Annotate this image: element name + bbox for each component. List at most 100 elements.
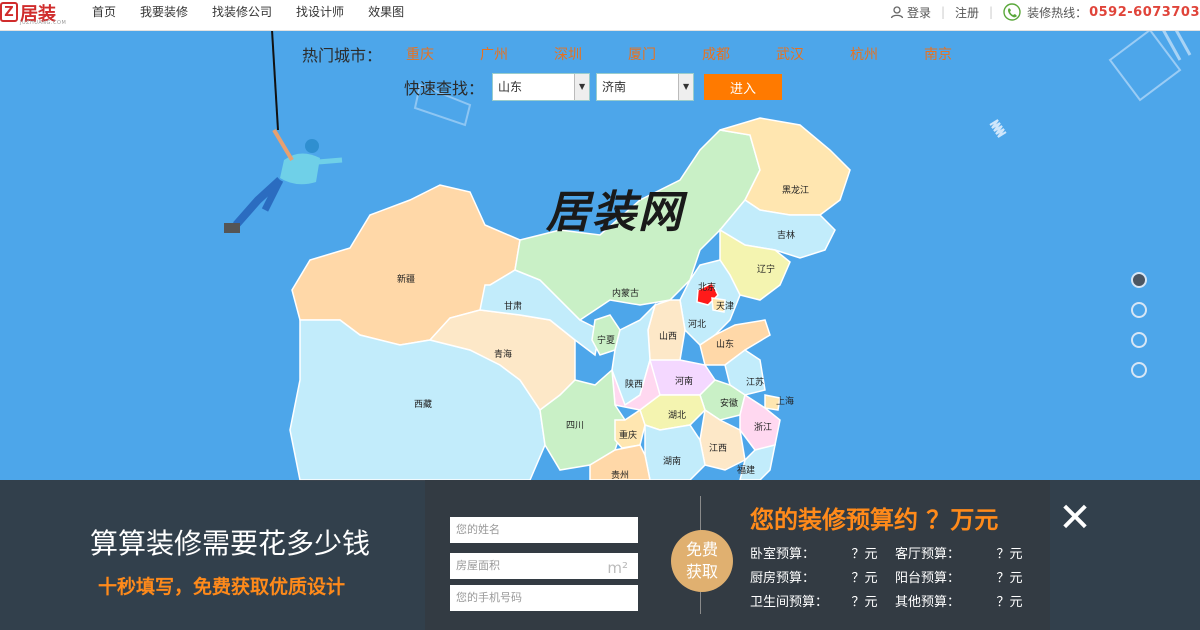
logo-mark: Z [0, 2, 18, 22]
carousel-dot[interactable] [1131, 332, 1147, 348]
hot-city-link[interactable]: 广州 [480, 44, 508, 64]
province-select-value: 山东 [498, 80, 523, 94]
label-fujian: 福建 [737, 464, 755, 476]
city-select[interactable]: 济南 ▼ [596, 73, 695, 101]
hot-city-link[interactable]: 南京 [924, 44, 952, 64]
estimate-value: ？元 [996, 570, 1023, 586]
estimate-value: ？元 [996, 546, 1023, 562]
label-beijing: 北京 [698, 281, 716, 293]
logo-subtext: JUZHUANG.COM [20, 20, 67, 26]
quick-search-label: 快速查找： [404, 79, 485, 98]
estimate-title: 您的装修预算约 ？万元 [750, 506, 999, 534]
banner-title: 算算装修需要花多少钱 [90, 527, 371, 560]
label-xinjiang: 新疆 [397, 273, 415, 285]
top-navbar: Z 居装 JUZHUANG.COM 首页 我要装修 找装修公司 找设计师 效果图… [0, 0, 1200, 31]
site-logo[interactable]: Z 居装 JUZHUANG.COM [0, 0, 66, 26]
label-sichuan: 四川 [566, 421, 584, 431]
quick-search: 快速查找： 山东 ▼ 济南 ▼ 进入 [404, 73, 783, 101]
label-gansu: 甘肃 [504, 300, 522, 312]
label-xizang: 西藏 [414, 398, 432, 410]
label-henan: 河南 [675, 375, 693, 387]
label-jiangxi: 江西 [709, 443, 727, 454]
label-shanxi: 山西 [659, 331, 677, 342]
label-neimenggu: 内蒙古 [612, 287, 639, 299]
free-get-button[interactable]: 免费 获取 [671, 530, 733, 592]
label-qinghai: 青海 [494, 348, 512, 360]
estimate-value: ？元 [851, 594, 878, 610]
divider: | [940, 5, 946, 19]
label-hebei: 河北 [688, 318, 706, 330]
user-area: 登录 | 注册 | 装修热线： 0592-6073703 [890, 3, 1200, 21]
area-input-placeholder: 房屋面积 [456, 559, 500, 572]
nav-decorate[interactable]: 我要装修 [140, 3, 188, 20]
estimate-label: 其他预算： [895, 594, 961, 610]
province-hunan [644, 423, 706, 481]
estimate-grid: 卧室预算： ？元 客厅预算： ？元 厨房预算： ？元 阳台预算： ？元 卫生间预… [750, 540, 1040, 612]
hotline-label: 装修热线： [1027, 5, 1088, 20]
hotline-number: 0592-6073703 [1089, 4, 1200, 20]
nav-find-designer[interactable]: 找设计师 [296, 3, 344, 20]
hot-city-link[interactable]: 武汉 [776, 44, 804, 64]
register-link[interactable]: 注册 [955, 4, 979, 21]
area-input[interactable]: 房屋面积 m² [450, 553, 638, 579]
area-unit: m² [607, 559, 628, 577]
label-jiangsu: 江苏 [746, 376, 764, 388]
estimate-label: 客厅预算： [895, 546, 961, 562]
enter-button[interactable]: 进入 [704, 74, 783, 100]
hot-city-link[interactable]: 厦门 [628, 44, 656, 64]
climber-illustration [224, 128, 343, 233]
dropdown-arrow-icon[interactable]: ▼ [678, 74, 694, 100]
carousel-dot[interactable] [1131, 272, 1147, 288]
close-icon[interactable]: ✕ [1055, 498, 1095, 538]
label-tianjin: 天津 [716, 301, 734, 312]
estimate-row: 卧室预算： ？元 客厅预算： ？元 [750, 540, 1040, 564]
divider: | [989, 5, 994, 19]
label-hubei: 湖北 [668, 410, 686, 421]
estimate-label: 厨房预算： [750, 570, 816, 586]
city-select-value: 济南 [602, 80, 627, 94]
free-get-line2: 获取 [685, 562, 718, 581]
estimate-value: ？元 [996, 594, 1023, 610]
label-shaanxi: 陕西 [625, 378, 643, 390]
free-get-line1: 免费 [685, 540, 718, 559]
label-chongqing: 重庆 [619, 429, 637, 441]
estimate-label: 卧室预算： [750, 546, 816, 562]
hot-city-link[interactable]: 重庆 [406, 44, 434, 64]
label-ningxia: 宁夏 [597, 334, 615, 346]
main-nav: 首页 我要装修 找装修公司 找设计师 效果图 [92, 3, 428, 20]
phone-icon [1003, 3, 1021, 21]
estimate-row: 厨房预算： ？元 阳台预算： ？元 [750, 564, 1040, 588]
hot-cities: 热门城市： 重庆 广州 深圳 厦门 成都 武汉 杭州 南京 [302, 42, 998, 66]
estimate-label: 阳台预算： [895, 570, 961, 586]
login-link[interactable]: 登录 [907, 4, 931, 21]
user-icon [890, 6, 904, 19]
carousel-dot[interactable] [1131, 302, 1147, 318]
budget-banner: 算算装修需要花多少钱 十秒填写，免费获取优质设计 您的姓名 房屋面积 m² 您的… [0, 480, 1200, 630]
name-input[interactable]: 您的姓名 [450, 517, 638, 543]
label-liaoning: 辽宁 [757, 263, 775, 275]
nav-gallery[interactable]: 效果图 [368, 3, 404, 20]
brand-watermark: 居装网 [546, 187, 684, 238]
banner-subtitle: 十秒填写，免费获取优质设计 [98, 576, 346, 598]
estimate-value: ？元 [851, 546, 878, 562]
dropdown-arrow-icon[interactable]: ▼ [574, 74, 590, 100]
label-anhui: 安徽 [720, 397, 738, 409]
estimate-value: ？元 [851, 570, 878, 586]
label-shanghai: 上海 [776, 395, 794, 407]
label-jilin: 吉林 [777, 229, 795, 241]
nav-home[interactable]: 首页 [92, 3, 116, 20]
nav-find-company[interactable]: 找装修公司 [212, 3, 272, 20]
hot-city-link[interactable]: 深圳 [554, 44, 582, 64]
carousel-dot[interactable] [1131, 362, 1147, 378]
label-heilongjiang: 黑龙江 [782, 184, 809, 196]
hot-cities-label: 热门城市： [302, 46, 383, 65]
phone-input[interactable]: 您的手机号码 [450, 585, 638, 611]
hot-city-link[interactable]: 成都 [702, 44, 730, 64]
label-hunan: 湖南 [663, 455, 681, 467]
label-zhejiang: 浙江 [754, 421, 772, 433]
budget-form: 您的姓名 房屋面积 m² 您的手机号码 免费 获取 您的装修预算约 ？万元 卧室… [425, 480, 1050, 630]
estimate-label: 卫生间预算： [750, 594, 829, 610]
province-select[interactable]: 山东 ▼ [492, 73, 591, 101]
estimate-row: 卫生间预算： ？元 其他预算： ？元 [750, 588, 1040, 612]
hot-city-link[interactable]: 杭州 [850, 44, 878, 64]
